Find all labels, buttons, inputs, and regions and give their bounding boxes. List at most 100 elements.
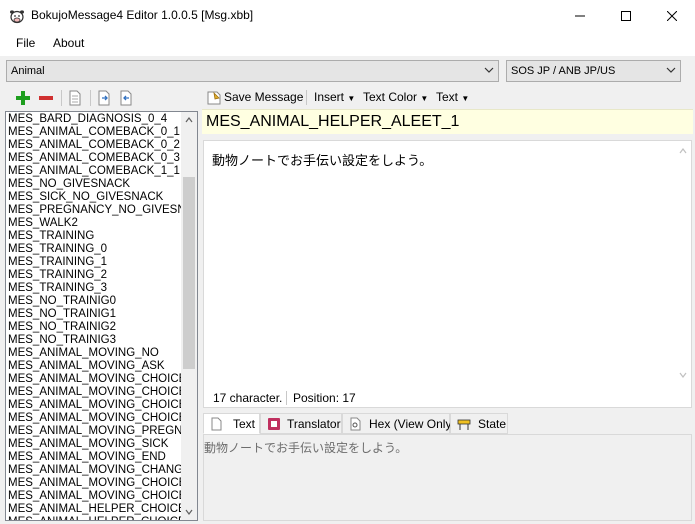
toolbar-separator — [306, 90, 307, 105]
tab-text[interactable]: Text — [203, 413, 260, 434]
list-item[interactable]: MES_ANIMAL_MOVING_PREGNANCY — [6, 425, 182, 438]
list-item[interactable]: MES_ANIMAL_MOVING_CHOICE_4 — [6, 412, 182, 425]
menu-file[interactable]: File — [16, 36, 35, 50]
category-dropdown-value: Animal — [11, 65, 45, 77]
translator-icon — [268, 418, 280, 430]
text-color-menu-button[interactable]: Text Color ▼ — [363, 90, 428, 104]
tab-text-label: Text — [233, 417, 256, 431]
list-item[interactable]: MES_ANIMAL_COMEBACK_1_1 — [6, 165, 182, 178]
scroll-down-icon[interactable] — [679, 371, 687, 379]
character-count: 17 character. — [213, 391, 283, 405]
scroll-up-icon[interactable] — [679, 147, 687, 155]
list-item[interactable]: MES_ANIMAL_HELPER_CHOICE_1 — [6, 503, 182, 516]
minimize-icon — [575, 15, 585, 16]
maximize-button[interactable] — [603, 0, 649, 31]
text-menu-label: Text — [436, 90, 459, 104]
list-scrollbar[interactable] — [181, 112, 197, 520]
list-item[interactable]: MES_ANIMAL_HELPER_CHOICE_2 — [6, 516, 182, 520]
list-item[interactable]: MES_SICK_NO_GIVESNACK — [6, 191, 182, 204]
list-item[interactable]: MES_ANIMAL_COMEBACK_0_3 — [6, 152, 182, 165]
chevron-down-icon — [484, 67, 494, 73]
document-icon[interactable] — [67, 90, 83, 106]
tab-state[interactable]: State — [450, 413, 508, 434]
list-item[interactable]: MES_TRAINING — [6, 230, 182, 243]
list-item[interactable]: MES_NO_GIVESNACK — [6, 178, 182, 191]
text-color-menu-label: Text Color — [363, 90, 418, 104]
message-list[interactable]: MES_BARD_DIAGNOSIS_0_4 MES_ANIMAL_COMEBAC… — [5, 111, 198, 521]
message-editor[interactable]: 動物ノートでお手伝い設定をしよう。 17 character. Position… — [203, 140, 692, 408]
insert-menu-label: Insert — [314, 90, 345, 104]
list-scrollbar-thumb[interactable] — [183, 177, 195, 369]
export-icon[interactable] — [118, 90, 134, 106]
app-cow-icon — [10, 10, 24, 24]
list-item[interactable]: MES_ANIMAL_MOVING_CHOICE_6 — [6, 490, 182, 503]
cursor-position: Position: 17 — [286, 391, 356, 405]
list-item[interactable]: MES_ANIMAL_MOVING_CHOICE_1 — [6, 373, 182, 386]
barrier-icon — [457, 419, 471, 430]
list-toolbar — [5, 86, 198, 110]
list-item[interactable]: MES_BARD_DIAGNOSIS_0_4 — [6, 113, 182, 126]
list-item[interactable]: MES_ANIMAL_MOVING_NO — [6, 347, 182, 360]
message-id-bar: MES_ANIMAL_HELPER_ALEET_1 — [202, 109, 693, 134]
window-title: BokujoMessage4 Editor 1.0.0.5 [Msg.xbb] — [31, 8, 254, 22]
dropdown-arrow-icon: ▼ — [347, 94, 356, 103]
list-item[interactable]: MES_ANIMAL_COMEBACK_0_1 — [6, 126, 182, 139]
tab-translator-label: Translator — [287, 417, 341, 431]
tab-translator[interactable]: Translator — [260, 413, 342, 434]
title-bar: BokujoMessage4 Editor 1.0.0.5 [Msg.xbb] — [0, 0, 695, 31]
preview-text: 動物ノートでお手伝い設定をしよう。 — [204, 441, 408, 455]
insert-menu-button[interactable]: Insert ▼ — [314, 90, 355, 104]
menu-about[interactable]: About — [53, 36, 84, 50]
editor-toolbar: Save Message Insert ▼ Text Color ▼ Text … — [202, 86, 693, 109]
dropdown-arrow-icon: ▼ — [420, 94, 429, 103]
list-item[interactable]: MES_ANIMAL_MOVING_CHANGE — [6, 464, 182, 477]
list-item[interactable]: MES_ANIMAL_MOVING_SICK — [6, 438, 182, 451]
text-preview: 動物ノートでお手伝い設定をしよう。 — [203, 434, 692, 521]
close-icon — [667, 10, 677, 21]
tab-state-label: State — [478, 417, 507, 431]
list-item[interactable]: MES_NO_TRAINIG1 — [6, 308, 182, 321]
menu-bar: File About — [0, 31, 695, 56]
category-dropdown[interactable]: Animal — [6, 60, 499, 82]
save-message-button[interactable]: Save Message — [224, 90, 303, 104]
list-item[interactable]: MES_NO_TRAINIG3 — [6, 334, 182, 347]
add-icon[interactable] — [15, 90, 31, 106]
region-dropdown-value: SOS JP / ANB JP/US — [511, 65, 616, 77]
editor-scrollbar[interactable] — [675, 141, 691, 407]
close-button[interactable] — [649, 0, 695, 31]
list-item[interactable]: MES_ANIMAL_MOVING_CHOICE_5 — [6, 477, 182, 490]
list-item[interactable]: MES_ANIMAL_COMEBACK_0_2 — [6, 139, 182, 152]
scroll-down-icon[interactable] — [185, 508, 193, 516]
dropdown-arrow-icon: ▼ — [461, 94, 470, 103]
list-item[interactable]: MES_NO_TRAINIG2 — [6, 321, 182, 334]
text-menu-button[interactable]: Text ▼ — [436, 90, 469, 104]
message-list-items: MES_BARD_DIAGNOSIS_0_4 MES_ANIMAL_COMEBAC… — [6, 113, 182, 520]
list-item[interactable]: MES_TRAINING_0 — [6, 243, 182, 256]
minimize-button[interactable] — [557, 0, 603, 31]
list-item[interactable]: MES_ANIMAL_MOVING_CHOICE_2 — [6, 386, 182, 399]
list-item[interactable]: MES_TRAINING_2 — [6, 269, 182, 282]
document-icon — [211, 417, 222, 431]
chevron-down-icon — [666, 67, 676, 73]
hex-file-icon — [350, 417, 361, 431]
import-icon[interactable] — [96, 90, 112, 106]
list-item[interactable]: MES_ANIMAL_MOVING_CHOICE_3 — [6, 399, 182, 412]
list-item[interactable]: MES_ANIMAL_MOVING_END — [6, 451, 182, 464]
message-id-label: MES_ANIMAL_HELPER_ALEET_1 — [206, 113, 460, 130]
list-item[interactable]: MES_NO_TRAINIG0 — [6, 295, 182, 308]
save-icon — [207, 91, 221, 105]
list-item[interactable]: MES_PREGNANCY_NO_GIVESNACK — [6, 204, 182, 217]
list-item[interactable]: MES_TRAINING_3 — [6, 282, 182, 295]
region-dropdown[interactable]: SOS JP / ANB JP/US — [506, 60, 681, 82]
remove-icon[interactable] — [38, 90, 54, 106]
tab-hex-view-label: Hex (View Only) — [369, 417, 456, 431]
list-item[interactable]: MES_TRAINING_1 — [6, 256, 182, 269]
maximize-icon — [621, 10, 631, 21]
list-item[interactable]: MES_ANIMAL_MOVING_ASK — [6, 360, 182, 373]
message-text[interactable]: 動物ノートでお手伝い設定をしよう。 — [212, 150, 432, 169]
scroll-up-icon[interactable] — [185, 116, 193, 124]
toolbar-separator — [61, 90, 62, 106]
list-item[interactable]: MES_WALK2 — [6, 217, 182, 230]
toolbar-separator — [90, 90, 91, 106]
tab-hex-view[interactable]: Hex (View Only) — [342, 413, 455, 434]
